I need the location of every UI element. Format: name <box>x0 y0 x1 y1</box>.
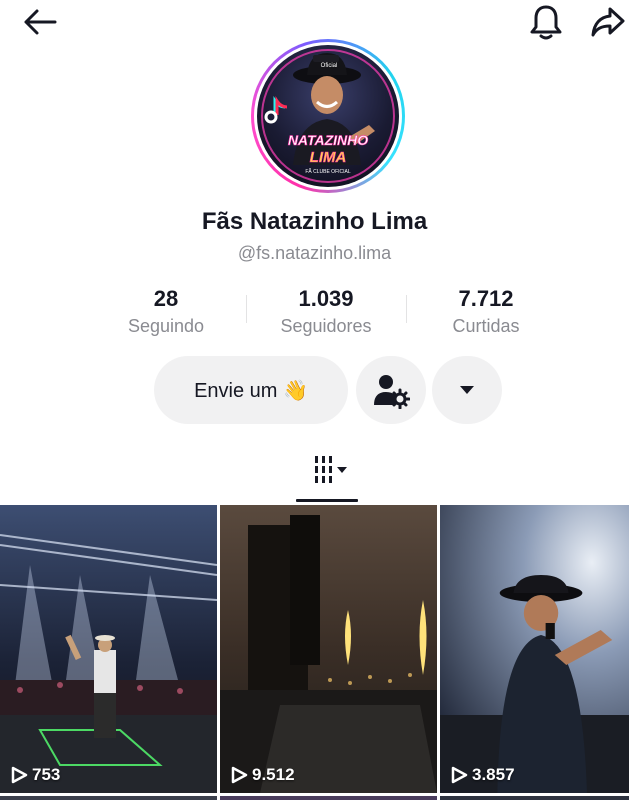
tab-videos-grid[interactable] <box>296 452 358 502</box>
avatar-image: Oficial NATAZINHO LIMA FÃ CLUBE OFICIAL <box>257 45 399 187</box>
message-button[interactable]: Envie um 👋 <box>154 356 348 424</box>
share-button[interactable] <box>588 2 628 42</box>
video-thumbnail-1[interactable]: 753 <box>0 505 217 793</box>
back-button[interactable] <box>20 4 60 40</box>
avatar-title-line2: LIMA <box>310 149 347 166</box>
play-icon <box>231 766 248 784</box>
video-thumbnail-2[interactable]: 9.512 <box>220 505 437 793</box>
profile-stats: 28 Seguindo 1.039 Seguidores 7.712 Curti… <box>86 285 566 341</box>
grid-lines-icon <box>315 456 347 483</box>
profile-avatar[interactable]: Oficial NATAZINHO LIMA FÃ CLUBE OFICIAL <box>251 39 405 193</box>
profile-handle: @fs.natazinho.lima <box>237 243 392 263</box>
video-1-views: 753 <box>10 765 60 785</box>
stat-following-label: Seguindo <box>127 316 205 336</box>
video-3-view-count: 3.857 <box>472 765 515 784</box>
video-1-view-count: 753 <box>32 765 61 784</box>
video-thumbnail-3[interactable]: 3.857 <box>440 505 629 793</box>
avatar-title-line1: NATAZINHO <box>288 132 368 148</box>
play-icon <box>451 766 468 784</box>
notifications-button[interactable] <box>526 2 566 42</box>
avatar-title-line3: FÃ CLUBE OFICIAL <box>305 168 351 175</box>
avatar-ring: Oficial NATAZINHO LIMA FÃ CLUBE OFICIAL <box>254 42 402 190</box>
next-row-peek <box>0 796 629 800</box>
stat-likes[interactable]: 7.712 Curtidas <box>406 285 566 341</box>
stat-following[interactable]: 28 Seguindo <box>86 285 246 341</box>
video-1-image <box>0 505 217 793</box>
video-2-view-count: 9.512 <box>252 765 295 784</box>
stat-followers-value: 1.039 <box>298 286 354 311</box>
more-options-button[interactable] <box>432 356 502 424</box>
video-grid: 753 9.512 3.857 <box>0 505 629 800</box>
person-gear-icon <box>374 375 410 409</box>
video-3-image <box>440 505 629 793</box>
stat-likes-label: Curtidas <box>452 316 520 336</box>
avatar-badge-text: Oficial <box>321 63 338 69</box>
arrow-left-icon <box>24 9 57 35</box>
caret-down-icon <box>460 386 474 394</box>
profile-name: Fãs Natazinho Lima <box>201 208 428 235</box>
account-settings-button[interactable] <box>356 356 426 424</box>
tab-underline <box>296 499 358 502</box>
play-icon <box>11 766 28 784</box>
video-2-image <box>220 505 437 793</box>
stat-followers-label: Seguidores <box>280 316 372 336</box>
video-2-views: 9.512 <box>230 765 295 785</box>
avatar-illustration: Oficial NATAZINHO LIMA FÃ CLUBE OFICIAL <box>261 49 395 183</box>
bell-icon <box>530 5 562 40</box>
stat-likes-value: 7.712 <box>458 286 514 311</box>
share-arrow-icon <box>591 7 625 37</box>
video-3-views: 3.857 <box>450 765 515 785</box>
stat-followers[interactable]: 1.039 Seguidores <box>246 285 406 341</box>
stat-following-value: 28 <box>153 286 179 311</box>
